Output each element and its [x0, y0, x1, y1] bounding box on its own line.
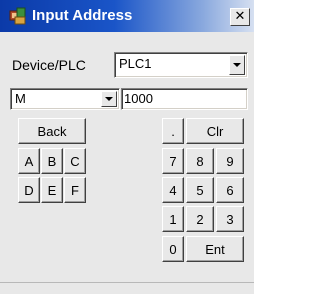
- key-d[interactable]: D: [18, 177, 40, 203]
- clear-button[interactable]: Clr: [186, 118, 244, 144]
- key-8[interactable]: 8: [186, 148, 214, 174]
- address-value: 1000: [124, 91, 153, 106]
- key-5[interactable]: 5: [186, 177, 214, 203]
- key-b[interactable]: B: [41, 148, 63, 174]
- title-bar[interactable]: Input Address ✕: [0, 0, 254, 32]
- bottom-divider: [0, 282, 254, 283]
- key-e[interactable]: E: [41, 177, 63, 203]
- app-icon: [9, 7, 26, 25]
- close-icon: ✕: [234, 9, 246, 24]
- key-2[interactable]: 2: [186, 206, 214, 232]
- key-a[interactable]: A: [18, 148, 40, 174]
- window-title: Input Address: [32, 7, 133, 24]
- key-7[interactable]: 7: [162, 148, 184, 174]
- device-type-select[interactable]: M: [10, 88, 120, 110]
- key-0[interactable]: 0: [162, 236, 184, 262]
- device-type-dropdown-button[interactable]: [101, 91, 117, 107]
- close-button[interactable]: ✕: [230, 8, 250, 26]
- device-plc-dropdown-button[interactable]: [229, 55, 245, 75]
- back-button[interactable]: Back: [18, 118, 86, 144]
- device-plc-select[interactable]: PLC1: [114, 52, 248, 78]
- chevron-down-icon: [233, 63, 241, 67]
- key-4[interactable]: 4: [162, 177, 184, 203]
- device-type-value: M: [15, 91, 26, 106]
- enter-button[interactable]: Ent: [186, 236, 244, 262]
- input-address-dialog: Input Address ✕ Device/PLC PLC1 M 1000 B…: [0, 0, 254, 294]
- key-9[interactable]: 9: [216, 148, 244, 174]
- key-c[interactable]: C: [64, 148, 86, 174]
- device-plc-label: Device/PLC: [12, 57, 86, 73]
- chevron-down-icon: [105, 97, 113, 101]
- key-6[interactable]: 6: [216, 177, 244, 203]
- key-3[interactable]: 3: [216, 206, 244, 232]
- key-f[interactable]: F: [64, 177, 86, 203]
- dot-button[interactable]: .: [162, 118, 184, 144]
- device-plc-value: PLC1: [119, 56, 152, 71]
- key-1[interactable]: 1: [162, 206, 184, 232]
- address-input[interactable]: 1000: [121, 88, 248, 110]
